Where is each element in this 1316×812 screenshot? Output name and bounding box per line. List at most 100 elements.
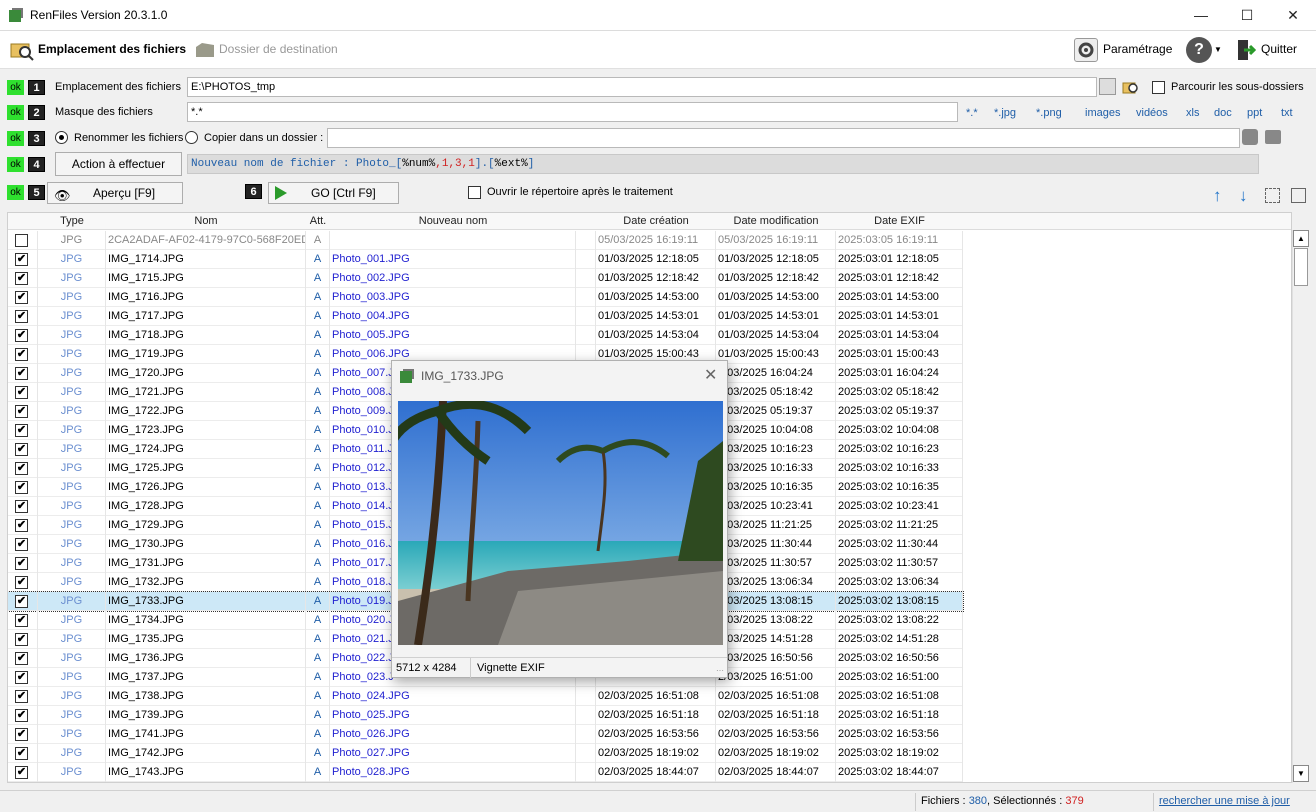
row-checkbox[interactable]: ✔ bbox=[15, 766, 28, 779]
table-row[interactable]: ✔ JPG IMG_1743.JPG A Photo_028.JPG 02/03/2025… bbox=[8, 763, 963, 782]
vertical-scrollbar[interactable]: ▲ ▼ bbox=[1292, 230, 1309, 783]
row-checkbox[interactable]: ✔ bbox=[15, 595, 28, 608]
ext-filter-link[interactable]: *.png bbox=[1036, 107, 1062, 119]
close-button[interactable]: ✕ bbox=[1270, 0, 1316, 31]
header-name[interactable]: Nom bbox=[106, 213, 306, 230]
row-checkbox[interactable]: ✔ bbox=[15, 386, 28, 399]
header-exif[interactable]: Date EXIF bbox=[836, 213, 963, 230]
row-checkbox[interactable]: ✔ bbox=[15, 671, 28, 684]
table-row[interactable]: ✔ JPG IMG_1741.JPG A Photo_026.JPG 02/03/2025… bbox=[8, 725, 963, 744]
location-button[interactable]: Emplacement des fichiers bbox=[38, 42, 186, 56]
row-checkbox[interactable]: ✔ bbox=[15, 652, 28, 665]
browse-folder-icon[interactable] bbox=[1099, 78, 1116, 95]
table-row[interactable]: ✔ JPG IMG_1742.JPG A Photo_027.JPG 02/03/2025… bbox=[8, 744, 963, 763]
cell-att: A bbox=[306, 288, 330, 307]
row-checkbox[interactable]: ✔ bbox=[15, 709, 28, 722]
help-icon[interactable]: ? bbox=[1186, 37, 1212, 63]
cell-name: IMG_1717.JPG bbox=[106, 307, 306, 326]
ext-filter-link[interactable]: images bbox=[1085, 107, 1120, 119]
row-checkbox[interactable]: ✔ bbox=[15, 690, 28, 703]
table-row[interactable]: ✔ JPG IMG_1739.JPG A Photo_025.JPG 02/03/2025… bbox=[8, 706, 963, 725]
header-new-name[interactable]: Nouveau nom bbox=[330, 213, 576, 230]
row-checkbox[interactable]: ✔ bbox=[15, 424, 28, 437]
expand-icon[interactable] bbox=[1291, 188, 1306, 203]
header-type[interactable]: Type bbox=[38, 213, 106, 230]
row-checkbox[interactable]: ✔ bbox=[15, 443, 28, 456]
copy-browse-icon[interactable] bbox=[1242, 129, 1258, 145]
destination-folder-icon[interactable] bbox=[194, 39, 216, 61]
action-button[interactable]: Action à effectuer bbox=[55, 152, 182, 176]
row-checkbox[interactable]: ✔ bbox=[15, 348, 28, 361]
minimize-button[interactable]: — bbox=[1178, 0, 1224, 31]
table-row[interactable]: ✔ JPG IMG_1716.JPG A Photo_003.JPG 01/03/2025… bbox=[8, 288, 963, 307]
row-checkbox[interactable] bbox=[15, 234, 28, 247]
header-check[interactable] bbox=[8, 213, 38, 230]
row-checkbox[interactable]: ✔ bbox=[15, 310, 28, 323]
table-row[interactable]: JPG 2CA2ADAF-AF02-4179-97C0-568F20ED4I A 05… bbox=[8, 231, 963, 250]
ext-filter-link[interactable]: *.jpg bbox=[994, 107, 1016, 119]
destination-button[interactable]: Dossier de destination bbox=[219, 42, 338, 56]
open-dir-checkbox[interactable] bbox=[468, 186, 481, 199]
table-row[interactable]: ✔ JPG IMG_1715.JPG A Photo_002.JPG 01/03/2025… bbox=[8, 269, 963, 288]
row-checkbox[interactable]: ✔ bbox=[15, 576, 28, 589]
update-link[interactable]: rechercher une mise à jour bbox=[1159, 795, 1290, 807]
copy-radio[interactable] bbox=[185, 131, 198, 144]
row-checkbox[interactable]: ✔ bbox=[15, 557, 28, 570]
row-checkbox[interactable]: ✔ bbox=[15, 253, 28, 266]
header-att[interactable]: Att. bbox=[306, 213, 330, 230]
row-checkbox[interactable]: ✔ bbox=[15, 329, 28, 342]
ext-filter-link[interactable]: ppt bbox=[1247, 107, 1262, 119]
scroll-thumb[interactable] bbox=[1294, 248, 1308, 286]
row-checkbox[interactable]: ✔ bbox=[15, 367, 28, 380]
ext-filter-link[interactable]: txt bbox=[1281, 107, 1293, 119]
row-checkbox[interactable]: ✔ bbox=[15, 481, 28, 494]
settings-button[interactable]: Paramétrage bbox=[1103, 42, 1172, 56]
scroll-down-arrow[interactable]: ▼ bbox=[1293, 765, 1309, 782]
row-checkbox[interactable]: ✔ bbox=[15, 614, 28, 627]
row-checkbox[interactable]: ✔ bbox=[15, 747, 28, 760]
popup-close-icon[interactable]: ✕ bbox=[704, 365, 717, 385]
ext-filter-link[interactable]: doc bbox=[1214, 107, 1232, 119]
check-all-icon[interactable] bbox=[1265, 188, 1280, 203]
help-dropdown-icon[interactable]: ▼ bbox=[1214, 45, 1222, 54]
preview-popup[interactable]: IMG_1733.JPG ✕ 5712 x 4284 Vignette EXIF… bbox=[391, 360, 728, 678]
row-checkbox[interactable]: ✔ bbox=[15, 538, 28, 551]
maximize-button[interactable]: ☐ bbox=[1224, 0, 1270, 31]
ext-filter-link[interactable]: xls bbox=[1186, 107, 1199, 119]
row-checkbox[interactable]: ✔ bbox=[15, 272, 28, 285]
table-row[interactable]: ✔ JPG IMG_1738.JPG A Photo_024.JPG 02/03/2025… bbox=[8, 687, 963, 706]
table-row[interactable]: ✔ JPG IMG_1714.JPG A Photo_001.JPG 01/03/2025… bbox=[8, 250, 963, 269]
table-row[interactable]: ✔ JPG IMG_1718.JPG A Photo_005.JPG 01/03/2025… bbox=[8, 326, 963, 345]
exit-icon[interactable] bbox=[1236, 38, 1257, 62]
subfolders-checkbox[interactable] bbox=[1152, 81, 1165, 94]
quit-button[interactable]: Quitter bbox=[1261, 42, 1297, 56]
row-checkbox[interactable]: ✔ bbox=[15, 519, 28, 532]
scroll-up-arrow[interactable]: ▲ bbox=[1293, 230, 1309, 247]
resize-grip-icon[interactable]: ⋯ bbox=[716, 666, 724, 675]
row-checkbox[interactable]: ✔ bbox=[15, 633, 28, 646]
row-checkbox[interactable]: ✔ bbox=[15, 405, 28, 418]
table-row[interactable]: ✔ JPG IMG_1717.JPG A Photo_004.JPG 01/03/2025… bbox=[8, 307, 963, 326]
row-checkbox[interactable]: ✔ bbox=[15, 462, 28, 475]
copy-folder-input[interactable] bbox=[327, 128, 1240, 148]
mask-input[interactable]: *.* bbox=[187, 102, 958, 122]
move-up-icon[interactable]: ↑ bbox=[1213, 186, 1222, 206]
ext-filter-link[interactable]: vidéos bbox=[1136, 107, 1168, 119]
preview-button[interactable]: 👁 Aperçu [F9] bbox=[47, 182, 183, 204]
header-modified[interactable]: Date modification bbox=[716, 213, 836, 230]
row-checkbox[interactable]: ✔ bbox=[15, 500, 28, 513]
ext-filter-link[interactable]: *.* bbox=[966, 107, 978, 119]
cell-att: A bbox=[306, 326, 330, 345]
rename-radio[interactable] bbox=[55, 131, 68, 144]
location-input[interactable]: E:\PHOTOS_tmp bbox=[187, 77, 1097, 97]
go-button[interactable]: GO [Ctrl F9] bbox=[268, 182, 399, 204]
row-checkbox[interactable]: ✔ bbox=[15, 728, 28, 741]
folder-search-icon[interactable] bbox=[10, 39, 34, 61]
cell-spacer bbox=[576, 725, 596, 744]
copy-folder-icon[interactable] bbox=[1265, 130, 1281, 144]
row-checkbox[interactable]: ✔ bbox=[15, 291, 28, 304]
move-down-icon[interactable]: ↓ bbox=[1239, 186, 1248, 206]
settings-icon[interactable] bbox=[1074, 38, 1098, 62]
header-created[interactable]: Date création bbox=[596, 213, 716, 230]
folder-search-small-icon[interactable] bbox=[1122, 79, 1140, 95]
